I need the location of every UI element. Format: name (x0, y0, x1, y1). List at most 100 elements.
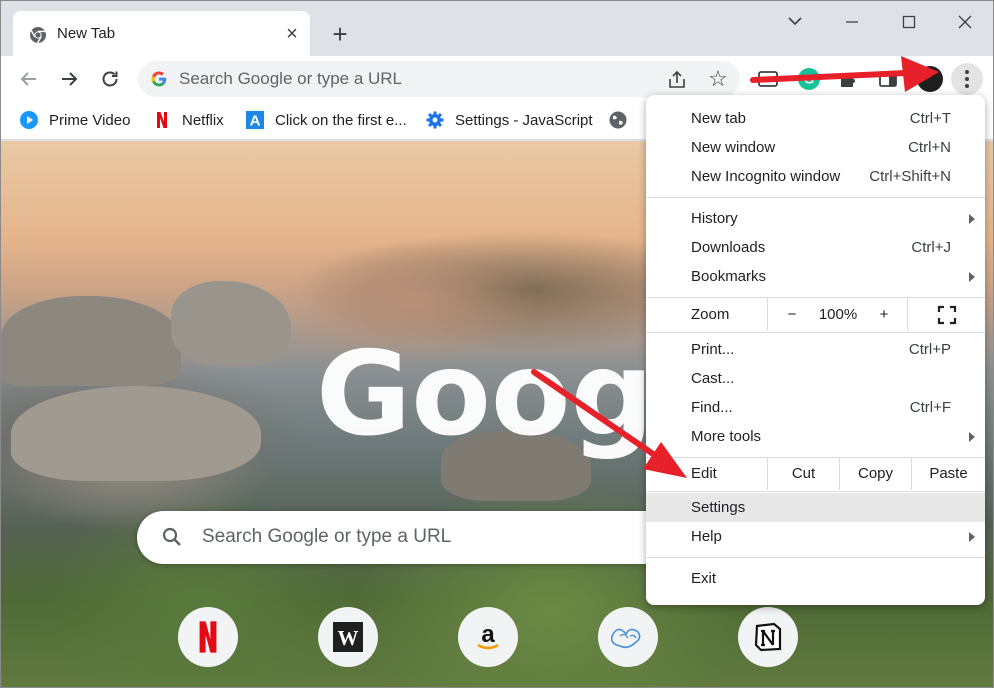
menu-item-label: Help (691, 528, 722, 545)
amazon-icon: a (477, 621, 499, 650)
maximize-icon[interactable] (894, 9, 924, 35)
menu-item-label: Zoom (691, 306, 730, 323)
netflix-icon (199, 621, 217, 653)
zoom-in-button[interactable]: + (860, 298, 908, 331)
submenu-arrow-icon (969, 532, 975, 542)
svg-text:A: A (250, 113, 261, 130)
menu-dot (965, 70, 969, 74)
side-panel-icon[interactable] (877, 68, 899, 90)
menu-item-new-tab[interactable]: New tab Ctrl+T (646, 104, 985, 133)
menu-item-label: Downloads (691, 239, 766, 256)
forward-arrow-icon[interactable] (56, 66, 82, 92)
menu-separator (646, 557, 985, 558)
submenu-arrow-icon (969, 272, 975, 282)
menu-row-edit: Edit Cut Copy Paste (646, 457, 985, 491)
tab-new-tab[interactable]: New Tab × (13, 11, 310, 56)
bookmark-label: Netflix (182, 111, 224, 129)
bookmark-appuals[interactable]: A Click on the first e... (245, 109, 407, 131)
menu-item-cast[interactable]: Cast... (646, 364, 985, 393)
chrome-menu: New tab Ctrl+T New window Ctrl+N New Inc… (646, 95, 985, 605)
background-rock (1, 296, 181, 386)
menu-item-label: Edit (691, 465, 717, 482)
menu-item-label: Exit (691, 570, 717, 587)
omnibox[interactable]: Search Google or type a URL ☆ (138, 61, 740, 97)
bookmark-label: Settings - JavaScript (455, 111, 593, 129)
amazon-shortcut[interactable]: a (458, 607, 518, 667)
menu-dot (965, 84, 969, 88)
svg-text:G: G (804, 72, 814, 87)
close-icon[interactable] (950, 9, 980, 35)
ntp-search-box[interactable]: Search Google or type a URL (137, 511, 697, 564)
browser-window: New Tab × + Search Google or type a URL … (0, 0, 994, 688)
edit-copy-button[interactable]: Copy (839, 457, 911, 490)
chevron-down-icon[interactable] (780, 9, 810, 35)
menu-dot (965, 77, 969, 81)
chrome-menu-button[interactable] (951, 63, 983, 95)
profile-avatar[interactable] (917, 66, 943, 92)
appuals-icon: A (246, 111, 264, 130)
menu-row-zoom: Zoom − 100% + (646, 298, 985, 332)
grammarly-extension-icon[interactable]: G (798, 68, 820, 90)
grammarly-shortcut[interactable] (598, 607, 658, 667)
menu-item-label: New window (691, 139, 776, 156)
menu-separator (646, 491, 985, 492)
menu-separator (646, 332, 985, 333)
menu-item-history[interactable]: History (646, 204, 985, 233)
google-g-icon (151, 71, 167, 87)
menu-item-shortcut: Ctrl+J (911, 239, 951, 256)
background-rock (171, 281, 291, 366)
background-rock (11, 386, 261, 481)
extensions-puzzle-icon[interactable] (837, 68, 859, 90)
gear-icon (426, 111, 444, 129)
menu-item-bookmarks[interactable]: Bookmarks (646, 262, 985, 291)
bookmark-prime-video[interactable]: Prime Video (19, 109, 130, 131)
bookmark-star-icon[interactable]: ☆ (706, 67, 730, 91)
reload-icon[interactable] (97, 66, 123, 92)
fullscreen-button[interactable] (907, 298, 985, 331)
menu-item-downloads[interactable]: Downloads Ctrl+J (646, 233, 985, 262)
menu-item-label: New Incognito window (691, 168, 841, 185)
back-arrow-icon[interactable] (16, 66, 42, 92)
bookmark-settings-javascript[interactable]: Settings - JavaScript (425, 109, 593, 131)
fullscreen-icon (937, 305, 957, 325)
zoom-level: 100% (818, 306, 858, 323)
submenu-arrow-icon (969, 214, 975, 224)
cast-icon[interactable] (757, 68, 779, 90)
notion-icon (754, 622, 782, 652)
zoom-out-button[interactable]: − (768, 298, 816, 331)
bookmark-label: Click on the first e... (275, 111, 407, 129)
ntp-search-placeholder: Search Google or type a URL (202, 526, 452, 547)
menu-item-settings[interactable]: Settings (646, 493, 985, 522)
menu-item-new-incognito-window[interactable]: New Incognito window Ctrl+Shift+N (646, 162, 985, 191)
bookmark-label: Prime Video (49, 111, 131, 129)
menu-item-help[interactable]: Help (646, 522, 985, 551)
edit-paste-button[interactable]: Paste (911, 457, 985, 490)
menu-item-more-tools[interactable]: More tools (646, 422, 985, 451)
menu-item-shortcut: Ctrl+T (909, 110, 951, 127)
netflix-icon (157, 112, 167, 128)
tab-close-icon[interactable]: × (281, 23, 303, 45)
minimize-icon[interactable] (837, 9, 867, 35)
menu-item-new-window[interactable]: New window Ctrl+N (646, 133, 985, 162)
new-tab-button[interactable]: + (326, 21, 354, 49)
grammarly-logo-icon (610, 628, 641, 649)
edit-cut-button[interactable]: Cut (767, 457, 839, 490)
menu-item-label: Print... (691, 341, 735, 358)
search-icon (162, 527, 181, 546)
menu-item-exit[interactable]: Exit (646, 564, 985, 593)
menu-item-find[interactable]: Find... Ctrl+F (646, 393, 985, 422)
menu-item-print[interactable]: Print... Ctrl+P (646, 335, 985, 364)
tab-strip: New Tab × + (1, 1, 993, 56)
submenu-arrow-icon (969, 432, 975, 442)
bookmark-netflix[interactable]: Netflix (152, 109, 224, 131)
menu-item-label: Find... (691, 399, 733, 416)
menu-item-label: More tools (691, 428, 762, 445)
share-icon[interactable] (666, 69, 688, 91)
svg-text:a: a (481, 621, 495, 648)
menu-item-label: Settings (691, 499, 746, 516)
wikipedia-shortcut[interactable]: W (318, 607, 378, 667)
netflix-shortcut[interactable] (178, 607, 238, 667)
bookmark-globe[interactable] (608, 109, 638, 131)
notion-shortcut[interactable] (738, 607, 798, 667)
tab-title: New Tab (57, 25, 116, 42)
